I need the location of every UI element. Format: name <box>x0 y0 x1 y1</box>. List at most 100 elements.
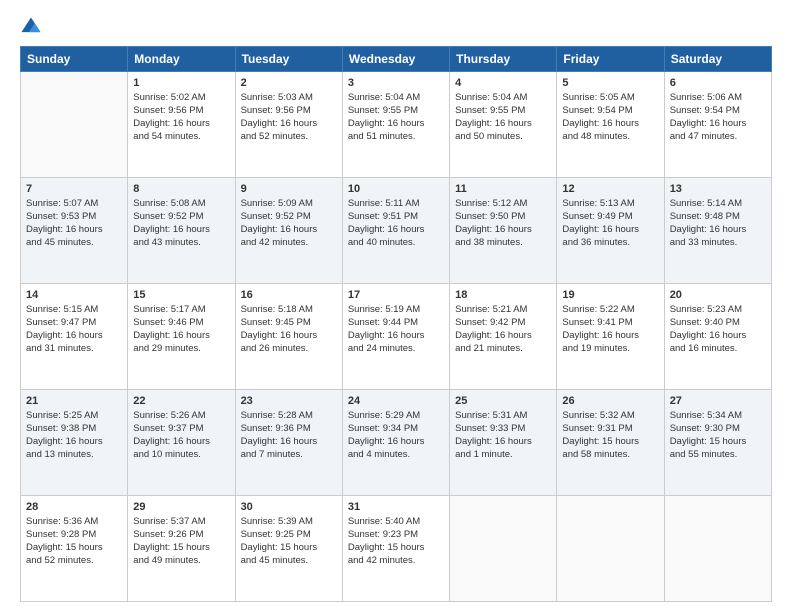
cell-content: 19Sunrise: 5:22 AM Sunset: 9:41 PM Dayli… <box>562 288 658 356</box>
cell-content: 30Sunrise: 5:39 AM Sunset: 9:25 PM Dayli… <box>241 500 337 568</box>
sun-info: Sunrise: 5:09 AM Sunset: 9:52 PM Dayligh… <box>241 198 337 249</box>
cell-content: 10Sunrise: 5:11 AM Sunset: 9:51 PM Dayli… <box>348 182 444 250</box>
sun-info: Sunrise: 5:03 AM Sunset: 9:56 PM Dayligh… <box>241 92 337 143</box>
sun-info: Sunrise: 5:36 AM Sunset: 9:28 PM Dayligh… <box>26 516 122 567</box>
cell-content: 24Sunrise: 5:29 AM Sunset: 9:34 PM Dayli… <box>348 394 444 462</box>
sun-info: Sunrise: 5:11 AM Sunset: 9:51 PM Dayligh… <box>348 198 444 249</box>
day-number: 26 <box>562 394 658 409</box>
cell-content: 4Sunrise: 5:04 AM Sunset: 9:55 PM Daylig… <box>455 76 551 144</box>
day-number: 22 <box>133 394 229 409</box>
day-number: 21 <box>26 394 122 409</box>
cell-content: 9Sunrise: 5:09 AM Sunset: 9:52 PM Daylig… <box>241 182 337 250</box>
weekday-header: Monday <box>128 47 235 72</box>
day-number: 16 <box>241 288 337 303</box>
cell-content: 8Sunrise: 5:08 AM Sunset: 9:52 PM Daylig… <box>133 182 229 250</box>
logo-icon <box>20 16 42 38</box>
calendar-week-row: 7Sunrise: 5:07 AM Sunset: 9:53 PM Daylig… <box>21 178 772 284</box>
cell-content: 31Sunrise: 5:40 AM Sunset: 9:23 PM Dayli… <box>348 500 444 568</box>
calendar-week-row: 14Sunrise: 5:15 AM Sunset: 9:47 PM Dayli… <box>21 284 772 390</box>
calendar-cell: 24Sunrise: 5:29 AM Sunset: 9:34 PM Dayli… <box>342 390 449 496</box>
calendar-cell: 23Sunrise: 5:28 AM Sunset: 9:36 PM Dayli… <box>235 390 342 496</box>
calendar-cell: 18Sunrise: 5:21 AM Sunset: 9:42 PM Dayli… <box>450 284 557 390</box>
cell-content: 26Sunrise: 5:32 AM Sunset: 9:31 PM Dayli… <box>562 394 658 462</box>
day-number: 31 <box>348 500 444 515</box>
calendar-cell: 7Sunrise: 5:07 AM Sunset: 9:53 PM Daylig… <box>21 178 128 284</box>
day-number: 14 <box>26 288 122 303</box>
day-number: 11 <box>455 182 551 197</box>
cell-content: 14Sunrise: 5:15 AM Sunset: 9:47 PM Dayli… <box>26 288 122 356</box>
weekday-header: Wednesday <box>342 47 449 72</box>
calendar-week-row: 21Sunrise: 5:25 AM Sunset: 9:38 PM Dayli… <box>21 390 772 496</box>
cell-content: 29Sunrise: 5:37 AM Sunset: 9:26 PM Dayli… <box>133 500 229 568</box>
calendar-cell: 3Sunrise: 5:04 AM Sunset: 9:55 PM Daylig… <box>342 72 449 178</box>
calendar-cell: 29Sunrise: 5:37 AM Sunset: 9:26 PM Dayli… <box>128 496 235 602</box>
calendar-cell: 22Sunrise: 5:26 AM Sunset: 9:37 PM Dayli… <box>128 390 235 496</box>
cell-content: 23Sunrise: 5:28 AM Sunset: 9:36 PM Dayli… <box>241 394 337 462</box>
sun-info: Sunrise: 5:19 AM Sunset: 9:44 PM Dayligh… <box>348 304 444 355</box>
day-number: 30 <box>241 500 337 515</box>
page: SundayMondayTuesdayWednesdayThursdayFrid… <box>0 0 792 612</box>
cell-content: 18Sunrise: 5:21 AM Sunset: 9:42 PM Dayli… <box>455 288 551 356</box>
cell-content: 6Sunrise: 5:06 AM Sunset: 9:54 PM Daylig… <box>670 76 766 144</box>
calendar-cell: 31Sunrise: 5:40 AM Sunset: 9:23 PM Dayli… <box>342 496 449 602</box>
sun-info: Sunrise: 5:08 AM Sunset: 9:52 PM Dayligh… <box>133 198 229 249</box>
cell-content: 11Sunrise: 5:12 AM Sunset: 9:50 PM Dayli… <box>455 182 551 250</box>
sun-info: Sunrise: 5:31 AM Sunset: 9:33 PM Dayligh… <box>455 410 551 461</box>
cell-content: 3Sunrise: 5:04 AM Sunset: 9:55 PM Daylig… <box>348 76 444 144</box>
sun-info: Sunrise: 5:39 AM Sunset: 9:25 PM Dayligh… <box>241 516 337 567</box>
sun-info: Sunrise: 5:22 AM Sunset: 9:41 PM Dayligh… <box>562 304 658 355</box>
cell-content: 27Sunrise: 5:34 AM Sunset: 9:30 PM Dayli… <box>670 394 766 462</box>
sun-info: Sunrise: 5:06 AM Sunset: 9:54 PM Dayligh… <box>670 92 766 143</box>
calendar-cell <box>21 72 128 178</box>
calendar-cell: 15Sunrise: 5:17 AM Sunset: 9:46 PM Dayli… <box>128 284 235 390</box>
day-number: 1 <box>133 76 229 91</box>
calendar-cell: 2Sunrise: 5:03 AM Sunset: 9:56 PM Daylig… <box>235 72 342 178</box>
weekday-header: Friday <box>557 47 664 72</box>
sun-info: Sunrise: 5:26 AM Sunset: 9:37 PM Dayligh… <box>133 410 229 461</box>
weekday-header: Saturday <box>664 47 771 72</box>
day-number: 23 <box>241 394 337 409</box>
day-number: 13 <box>670 182 766 197</box>
sun-info: Sunrise: 5:34 AM Sunset: 9:30 PM Dayligh… <box>670 410 766 461</box>
day-number: 24 <box>348 394 444 409</box>
cell-content: 7Sunrise: 5:07 AM Sunset: 9:53 PM Daylig… <box>26 182 122 250</box>
calendar-cell: 26Sunrise: 5:32 AM Sunset: 9:31 PM Dayli… <box>557 390 664 496</box>
sun-info: Sunrise: 5:40 AM Sunset: 9:23 PM Dayligh… <box>348 516 444 567</box>
day-number: 19 <box>562 288 658 303</box>
sun-info: Sunrise: 5:23 AM Sunset: 9:40 PM Dayligh… <box>670 304 766 355</box>
calendar-cell <box>557 496 664 602</box>
calendar-cell: 16Sunrise: 5:18 AM Sunset: 9:45 PM Dayli… <box>235 284 342 390</box>
sun-info: Sunrise: 5:21 AM Sunset: 9:42 PM Dayligh… <box>455 304 551 355</box>
cell-content: 2Sunrise: 5:03 AM Sunset: 9:56 PM Daylig… <box>241 76 337 144</box>
calendar-cell: 30Sunrise: 5:39 AM Sunset: 9:25 PM Dayli… <box>235 496 342 602</box>
sun-info: Sunrise: 5:18 AM Sunset: 9:45 PM Dayligh… <box>241 304 337 355</box>
calendar-week-row: 28Sunrise: 5:36 AM Sunset: 9:28 PM Dayli… <box>21 496 772 602</box>
calendar-table: SundayMondayTuesdayWednesdayThursdayFrid… <box>20 46 772 602</box>
sun-info: Sunrise: 5:04 AM Sunset: 9:55 PM Dayligh… <box>455 92 551 143</box>
cell-content: 1Sunrise: 5:02 AM Sunset: 9:56 PM Daylig… <box>133 76 229 144</box>
calendar-header-row: SundayMondayTuesdayWednesdayThursdayFrid… <box>21 47 772 72</box>
cell-content: 25Sunrise: 5:31 AM Sunset: 9:33 PM Dayli… <box>455 394 551 462</box>
day-number: 2 <box>241 76 337 91</box>
cell-content: 20Sunrise: 5:23 AM Sunset: 9:40 PM Dayli… <box>670 288 766 356</box>
cell-content: 16Sunrise: 5:18 AM Sunset: 9:45 PM Dayli… <box>241 288 337 356</box>
cell-content: 15Sunrise: 5:17 AM Sunset: 9:46 PM Dayli… <box>133 288 229 356</box>
sun-info: Sunrise: 5:37 AM Sunset: 9:26 PM Dayligh… <box>133 516 229 567</box>
sun-info: Sunrise: 5:32 AM Sunset: 9:31 PM Dayligh… <box>562 410 658 461</box>
calendar-cell: 21Sunrise: 5:25 AM Sunset: 9:38 PM Dayli… <box>21 390 128 496</box>
day-number: 29 <box>133 500 229 515</box>
weekday-header: Tuesday <box>235 47 342 72</box>
calendar-cell: 6Sunrise: 5:06 AM Sunset: 9:54 PM Daylig… <box>664 72 771 178</box>
day-number: 7 <box>26 182 122 197</box>
sun-info: Sunrise: 5:15 AM Sunset: 9:47 PM Dayligh… <box>26 304 122 355</box>
sun-info: Sunrise: 5:05 AM Sunset: 9:54 PM Dayligh… <box>562 92 658 143</box>
cell-content: 12Sunrise: 5:13 AM Sunset: 9:49 PM Dayli… <box>562 182 658 250</box>
calendar-cell: 17Sunrise: 5:19 AM Sunset: 9:44 PM Dayli… <box>342 284 449 390</box>
day-number: 15 <box>133 288 229 303</box>
cell-content: 13Sunrise: 5:14 AM Sunset: 9:48 PM Dayli… <box>670 182 766 250</box>
day-number: 12 <box>562 182 658 197</box>
sun-info: Sunrise: 5:28 AM Sunset: 9:36 PM Dayligh… <box>241 410 337 461</box>
calendar-cell: 19Sunrise: 5:22 AM Sunset: 9:41 PM Dayli… <box>557 284 664 390</box>
day-number: 18 <box>455 288 551 303</box>
calendar-cell <box>450 496 557 602</box>
